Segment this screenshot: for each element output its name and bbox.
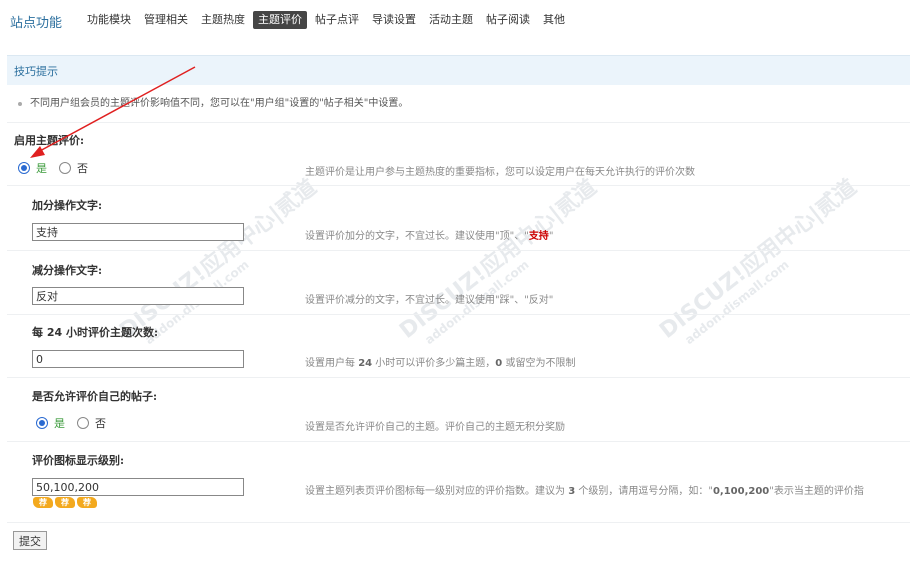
recommend-icon: 荐 [55, 497, 75, 508]
row-divider [7, 377, 910, 378]
icon-levels-input[interactable] [32, 478, 244, 496]
daily-count-desc-pre: 设置用户每 [305, 358, 355, 369]
icon-levels-desc-mid: 个级别，请用逗号分隔，如：" [578, 486, 713, 497]
watermark-brand: DISCUZ!应用中心|贰道 [655, 175, 862, 344]
watermark: DISCUZ!应用中心|贰道addon.dismall.com [392, 170, 611, 355]
daily-count-label-num: 24 [46, 326, 63, 339]
watermark-brand: DISCUZ!应用中心|贰道 [115, 175, 322, 344]
enable-rating-yes-label[interactable]: 是 [36, 160, 47, 176]
plus-text-desc-suffix: " [548, 231, 554, 242]
daily-count-desc-mid: 小时可以评价多少篇主题， [375, 358, 496, 369]
row-divider [7, 522, 910, 523]
watermark-domain: addon.dismall.com [682, 257, 792, 348]
tab-management[interactable]: 管理相关 [139, 11, 193, 29]
icon-levels-desc-example: 0,100,200 [712, 486, 770, 497]
self-rate-desc: 设置是否允许评价自己的主题。评价自己的主题无积分奖励 [305, 422, 565, 433]
enable-rating-radio-group: 是 否 [18, 160, 88, 176]
watermark-domain: addon.dismall.com [142, 195, 331, 347]
tab-post-reading[interactable]: 帖子阅读 [481, 11, 535, 29]
tips-text-line: 不同用户组会员的主题评价影响值不同，您可以在"用户组"设置的"帖子相关"中设置。 [18, 94, 408, 109]
plus-text-label: 加分操作文字: [32, 199, 103, 212]
row-divider [7, 185, 910, 186]
self-rate-yes-radio[interactable] [36, 417, 48, 429]
daily-count-label: 每 24 小时评价主题次数: [32, 324, 158, 340]
self-rate-radio-group: 是 否 [36, 415, 106, 431]
recommend-icon: 荐 [77, 497, 97, 508]
watermark-domain: addon.dismall.com [422, 257, 532, 348]
row-divider [7, 122, 910, 123]
daily-count-desc-num: 24 [358, 358, 373, 369]
watermark: DISCUZ!应用中心|贰道addon.dismall.com [652, 170, 871, 355]
self-rate-no-label[interactable]: 否 [95, 415, 106, 431]
daily-count-desc-post: 或留空为不限制 [505, 358, 576, 369]
watermark-brand: DISCUZ!应用中心|贰道 [395, 175, 602, 344]
nav-tabs: 功能模块 管理相关 主题热度 主题评价 帖子点评 导读设置 活动主题 帖子阅读 … [82, 11, 573, 29]
daily-count-label-post: 小时评价主题次数: [66, 326, 159, 339]
tips-text: 不同用户组会员的主题评价影响值不同，您可以在"用户组"设置的"帖子相关"中设置。 [30, 98, 409, 109]
submit-button[interactable]: 提交 [13, 531, 47, 550]
enable-rating-desc: 主题评价是让用户参与主题热度的重要指标，您可以设定用户在每天允许执行的评价次数 [305, 167, 695, 178]
self-rate-yes-label[interactable]: 是 [54, 415, 65, 431]
enable-rating-no-label[interactable]: 否 [77, 160, 88, 176]
row-divider [7, 250, 910, 251]
icon-levels-desc-pre: 设置主题列表页评价图标每一级别对应的评价指数。建议为 [305, 486, 565, 497]
daily-count-desc-zero: 0 [495, 358, 503, 369]
tab-topic-heat[interactable]: 主题热度 [196, 11, 250, 29]
plus-text-desc: 设置评价加分的文字，不宜过长。建议使用"顶"、"支持" [305, 227, 553, 242]
row-divider [7, 441, 910, 442]
plus-text-input[interactable] [32, 223, 244, 241]
icon-levels-desc: 设置主题列表页评价图标每一级别对应的评价指数。建议为 3 个级别，请用逗号分隔，… [305, 482, 864, 497]
tips-header: 技巧提示 [7, 55, 910, 85]
icon-levels-label: 评价图标显示级别: [32, 454, 125, 467]
enable-rating-yes-radio[interactable] [18, 162, 30, 174]
tab-other[interactable]: 其他 [538, 11, 570, 29]
icon-levels-desc-post: "表示当主题的评价指 [769, 486, 864, 497]
tab-guide-settings[interactable]: 导读设置 [367, 11, 421, 29]
minus-text-input[interactable] [32, 287, 244, 305]
tab-activity-topic[interactable]: 活动主题 [424, 11, 478, 29]
minus-text-desc: 设置评价减分的文字，不宜过长。建议使用"踩"、"反对" [305, 295, 554, 306]
tab-post-comment[interactable]: 帖子点评 [310, 11, 364, 29]
plus-text-desc-prefix: 设置评价加分的文字，不宜过长。建议使用"顶"、" [305, 231, 529, 242]
plus-text-desc-highlight: 支持 [528, 231, 549, 242]
minus-text-label: 减分操作文字: [32, 264, 103, 277]
self-rate-label: 是否允许评价自己的帖子: [32, 390, 158, 403]
site-title: 站点功能 [10, 16, 63, 31]
icon-levels-desc-num: 3 [568, 486, 576, 497]
daily-count-desc: 设置用户每 24 小时可以评价多少篇主题，0 或留空为不限制 [305, 354, 575, 369]
tips-title: 技巧提示 [14, 65, 58, 78]
enable-rating-no-radio[interactable] [59, 162, 71, 174]
bullet-icon [18, 101, 22, 106]
daily-count-label-pre: 每 [32, 326, 43, 339]
recommend-icon: 荐 [33, 497, 53, 508]
daily-count-input[interactable] [32, 350, 244, 368]
tab-topic-rating[interactable]: 主题评价 [253, 11, 307, 29]
rating-icons-preview: 荐 荐 荐 [33, 497, 97, 508]
self-rate-no-radio[interactable] [77, 417, 89, 429]
top-navigation: 站点功能 功能模块 管理相关 主题热度 主题评价 帖子点评 导读设置 活动主题 … [0, 0, 910, 40]
enable-rating-label: 启用主题评价: [14, 134, 85, 147]
tab-function-modules[interactable]: 功能模块 [82, 11, 136, 29]
row-divider [7, 314, 910, 315]
